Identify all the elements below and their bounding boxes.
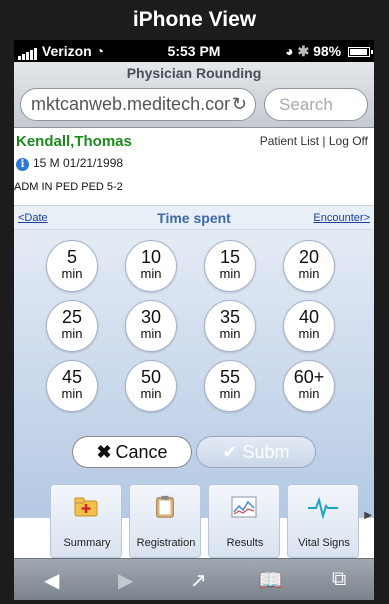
time-value: 50 xyxy=(140,367,162,387)
time-unit: min xyxy=(219,386,241,401)
url-text: mktcanweb.meditech.com xyxy=(31,94,240,114)
patient-header: Kendall,Thomas Patient List | Log Off i1… xyxy=(14,128,374,206)
time-option-55[interactable]: 55 min xyxy=(204,360,256,412)
time-unit: min xyxy=(140,386,162,401)
info-icon[interactable]: i xyxy=(16,158,29,171)
bookmarks-icon[interactable]: 📖 xyxy=(258,568,283,593)
view-title: iPhone View xyxy=(132,8,257,31)
battery-label: 98% xyxy=(313,43,342,59)
tab-results[interactable]: Results xyxy=(208,484,280,558)
encounter-link[interactable]: Encounter> xyxy=(313,212,370,224)
battery-icon xyxy=(348,47,373,57)
check-icon: ✔ xyxy=(222,442,238,462)
header-links[interactable]: Patient List | Log Off xyxy=(260,134,368,148)
cancel-button[interactable]: ✖ Cance xyxy=(72,436,192,468)
submit-button[interactable]: ✔ Subm xyxy=(196,436,316,468)
x-icon: ✖ xyxy=(96,442,112,462)
heartbeat-icon xyxy=(308,496,338,519)
time-value: 10 xyxy=(140,247,162,267)
time-unit: min xyxy=(61,266,83,281)
tab-registration[interactable]: Registration xyxy=(129,484,201,558)
time-option-25[interactable]: 25 min xyxy=(46,300,98,352)
tab-summary[interactable]: Summary xyxy=(50,484,122,558)
chart-icon xyxy=(231,496,257,518)
time-value: 55 xyxy=(219,367,241,387)
time-option-40[interactable]: 40 min xyxy=(283,300,335,352)
time-unit: min xyxy=(219,326,241,341)
chevron-right-icon[interactable]: ▶ xyxy=(364,510,372,521)
time-value: 25 xyxy=(61,307,83,327)
time-value: 30 xyxy=(140,307,162,327)
address-bar[interactable]: mktcanweb.meditech.com ↻ xyxy=(20,88,256,121)
lock-rotation-icon: ◕ xyxy=(285,43,294,59)
forward-icon[interactable]: ▶ xyxy=(118,568,133,593)
cancel-label: Cance xyxy=(115,442,168,462)
reload-icon[interactable]: ↻ xyxy=(229,89,247,120)
time-unit: min xyxy=(140,326,162,341)
section-nav: <Date Time spent Encounter> xyxy=(14,206,374,230)
tab-label: Summary xyxy=(63,537,111,549)
time-unit: min xyxy=(298,266,320,281)
bluetooth-icon: ✱ xyxy=(297,43,310,59)
time-option-50[interactable]: 50 min xyxy=(125,360,177,412)
time-unit: min xyxy=(298,326,320,341)
status-right: ◕ ✱ 98% xyxy=(285,43,373,60)
admission-info: ADM IN PED PED 5-2 xyxy=(14,181,123,193)
time-value: 15 xyxy=(219,247,241,267)
time-unit: min xyxy=(61,326,83,341)
page-title: Physician Rounding xyxy=(126,65,262,81)
time-unit: min xyxy=(298,386,320,401)
time-unit: min xyxy=(219,266,241,281)
clipboard-icon xyxy=(156,495,174,518)
time-option-45[interactable]: 45 min xyxy=(46,360,98,412)
tab-label: Vital Signs xyxy=(298,537,350,549)
time-option-30[interactable]: 30 min xyxy=(125,300,177,352)
action-bar: ✖ Cance ✔ Subm xyxy=(14,432,374,478)
patient-details-text: 15 M 01/21/1998 xyxy=(33,156,124,170)
time-option-60-plus[interactable]: 60+ min xyxy=(283,360,335,412)
time-option-20[interactable]: 20 min xyxy=(283,240,335,292)
time-option-35[interactable]: 35 min xyxy=(204,300,256,352)
patient-name: Kendall,Thomas xyxy=(16,133,132,150)
share-icon[interactable]: ↗ xyxy=(190,568,207,593)
tab-vital-signs[interactable]: Vital Signs xyxy=(287,484,359,558)
back-icon[interactable]: ◀ xyxy=(44,568,59,593)
time-option-15[interactable]: 15 min xyxy=(204,240,256,292)
browser-toolbar: ◀ ▶ ↗ 📖 ⧉ xyxy=(14,558,374,600)
tab-label: Results xyxy=(226,537,264,549)
time-spent-panel: <Date Time spent Encounter> 5 min 10 min 1… xyxy=(14,206,374,518)
time-value: 20 xyxy=(298,247,320,267)
browser-header: Physician Rounding mktcanweb.meditech.co… xyxy=(14,62,374,128)
tabs-icon[interactable]: ⧉ xyxy=(332,568,346,591)
search-input[interactable]: Search xyxy=(264,88,368,121)
frame: iPhone View Verizon ◔ 5:53 PM ◕ ✱ 98% Ph… xyxy=(0,0,389,604)
time-value: 60+ xyxy=(293,367,325,387)
time-value: 45 xyxy=(61,367,83,387)
folder-plus-icon xyxy=(74,497,98,517)
time-unit: min xyxy=(61,386,83,401)
patient-details: i 15 M 01/21/1998 xyxy=(16,156,123,171)
status-bar: Verizon ◔ 5:53 PM ◕ ✱ 98% xyxy=(14,40,374,62)
submit-label: Subm xyxy=(242,442,290,462)
phone-screen: Verizon ◔ 5:53 PM ◕ ✱ 98% Physician Roun… xyxy=(14,40,374,600)
tab-label: Registration xyxy=(136,537,196,549)
time-value: 5 xyxy=(66,247,77,267)
time-unit: min xyxy=(140,266,162,281)
time-option-5[interactable]: 5 min xyxy=(46,240,98,292)
time-value: 40 xyxy=(298,307,320,327)
tab-bar: Summary Registration Results Vital Signs… xyxy=(14,484,374,558)
time-option-10[interactable]: 10 min xyxy=(125,240,177,292)
time-value: 35 xyxy=(219,307,241,327)
